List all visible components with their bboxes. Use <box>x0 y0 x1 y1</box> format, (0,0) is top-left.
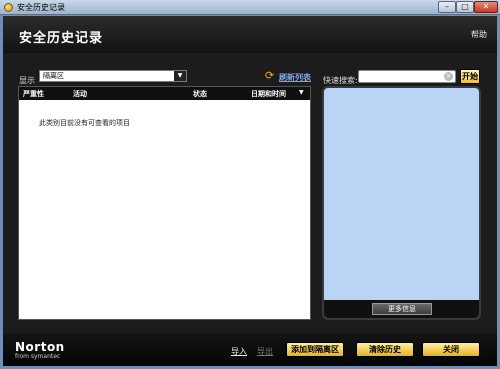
logo-subtitle: from symantec <box>15 353 61 360</box>
column-status[interactable]: 状态 <box>193 89 207 99</box>
clear-history-button[interactable]: 清除历史 <box>356 342 414 357</box>
page-header: 安全历史记录 帮助 <box>3 16 497 53</box>
search-go-button[interactable]: 开始 <box>460 69 480 84</box>
refresh-icon[interactable]: ⟳ <box>265 70 276 81</box>
page-title: 安全历史记录 <box>19 31 104 46</box>
close-button[interactable]: 关闭 <box>422 342 480 357</box>
main-content: 显示 隔离区 ▼ ⟳ 刷新列表 严重性 活动 状态 日期和时间 ▼ 此类别目前没… <box>3 53 497 333</box>
column-datetime[interactable]: 日期和时间 <box>251 89 286 99</box>
column-severity[interactable]: 严重性 <box>23 89 44 99</box>
norton-window: 安全历史记录 – □ ✕ 安全历史记录 帮助 显示 隔离区 ▼ ⟳ 刷新列表 严… <box>0 0 500 369</box>
help-link[interactable]: 帮助 <box>471 29 487 40</box>
footer-bar: Norton from symantec 导入 导出 添加到隔离区 清除历史 关… <box>3 333 497 366</box>
app-icon <box>4 3 13 12</box>
category-select[interactable]: 隔离区 ▼ <box>39 70 187 82</box>
add-to-quarantine-button[interactable]: 添加到隔离区 <box>286 342 344 357</box>
category-select-value: 隔离区 <box>43 72 64 80</box>
refresh-list-link[interactable]: 刷新列表 <box>279 72 311 83</box>
quick-search-input[interactable]: × <box>358 70 456 83</box>
window-title: 安全历史记录 <box>17 3 65 12</box>
history-table: 严重性 活动 状态 日期和时间 ▼ 此类别目前没有可查看的项目 <box>18 86 311 320</box>
import-link[interactable]: 导入 <box>231 346 247 357</box>
empty-message: 此类别目前没有可查看的项目 <box>39 119 130 127</box>
maximize-button[interactable]: □ <box>456 1 474 13</box>
sort-down-icon[interactable]: ▼ <box>299 89 304 96</box>
table-header: 严重性 活动 状态 日期和时间 ▼ <box>19 87 310 100</box>
close-window-button[interactable]: ✕ <box>474 1 498 13</box>
more-info-button[interactable]: 更多信息 <box>372 303 432 315</box>
clear-icon[interactable]: × <box>444 72 453 81</box>
title-bar: 安全历史记录 – □ ✕ <box>0 0 500 15</box>
logo-brand: Norton <box>15 340 65 354</box>
quick-search-label: 快速搜索: <box>323 76 358 85</box>
column-activity[interactable]: 活动 <box>73 89 87 99</box>
show-label: 显示 <box>19 76 35 85</box>
details-panel: 更多信息 <box>322 86 481 320</box>
export-link: 导出 <box>257 347 273 356</box>
norton-logo: Norton from symantec <box>15 341 65 361</box>
chevron-down-icon[interactable]: ▼ <box>174 71 186 81</box>
minimize-button[interactable]: – <box>438 1 456 13</box>
details-footer: 更多信息 <box>324 300 479 318</box>
